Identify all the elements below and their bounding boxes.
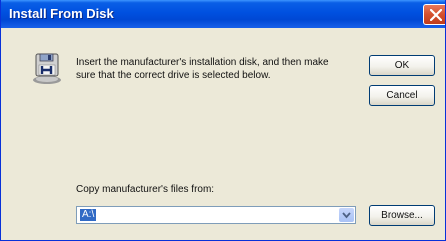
disk-drive-icon	[33, 53, 61, 84]
source-path-combobox[interactable]: A:\	[76, 206, 356, 224]
combo-dropdown-button[interactable]	[339, 208, 354, 222]
title-bar[interactable]: Install From Disk	[1, 0, 445, 28]
copy-files-label: Copy manufacturer's files from:	[76, 184, 215, 195]
browse-button[interactable]: Browse...	[369, 205, 435, 226]
close-button[interactable]	[423, 4, 445, 25]
chevron-down-icon	[342, 212, 351, 219]
window-title: Install From Disk	[9, 6, 114, 21]
instruction-text: Insert the manufacturer's installation d…	[76, 57, 329, 81]
install-from-disk-dialog: Install From Disk Insert the manufacture…	[0, 0, 446, 241]
close-icon	[430, 9, 442, 21]
cancel-button[interactable]: Cancel	[369, 85, 435, 106]
ok-button[interactable]: OK	[369, 55, 435, 76]
source-path-value[interactable]: A:\	[80, 209, 97, 221]
